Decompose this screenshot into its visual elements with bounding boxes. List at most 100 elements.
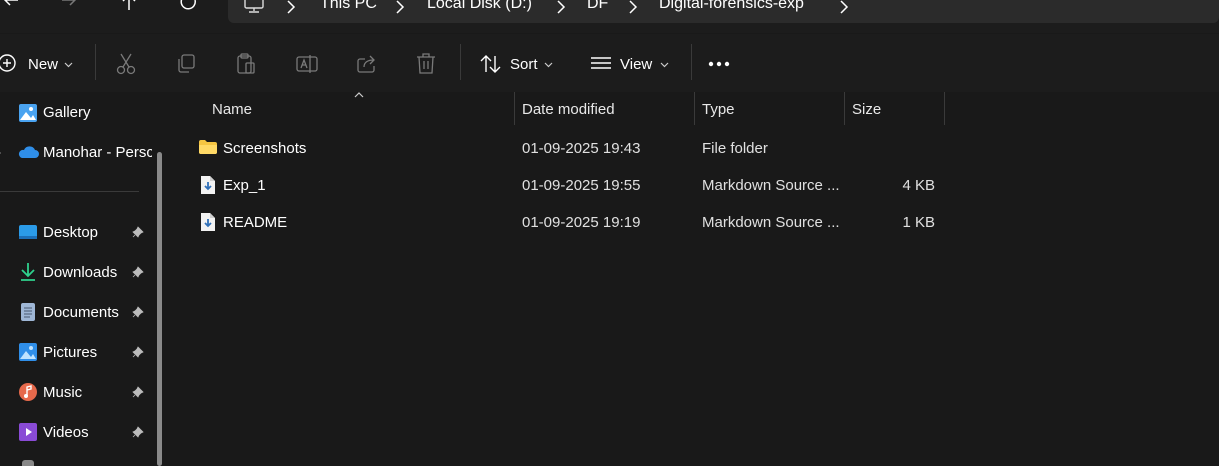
- rename-icon[interactable]: [296, 54, 318, 74]
- drive-icon[interactable]: [22, 460, 34, 466]
- table-row[interactable]: Screenshots 01-09-2025 19:43 File folder: [196, 130, 966, 166]
- up-arrow-icon[interactable]: [120, 0, 138, 12]
- music-icon: [19, 383, 37, 401]
- sidebar-item-label: Documents: [43, 304, 119, 321]
- plus-circle-icon: [0, 54, 16, 72]
- pin-icon[interactable]: [132, 306, 144, 318]
- pin-icon[interactable]: [132, 346, 144, 358]
- paste-icon[interactable]: [236, 53, 256, 75]
- file-date: 01-09-2025 19:55: [522, 177, 641, 194]
- file-type: Markdown Source ...: [702, 177, 840, 194]
- breadcrumb-this-pc[interactable]: This PC: [320, 0, 377, 13]
- chevron-down-icon: [64, 62, 73, 68]
- sort-icon: [480, 55, 501, 73]
- more-options-icon[interactable]: [708, 61, 732, 67]
- column-header-name[interactable]: Name: [212, 101, 252, 118]
- column-divider[interactable]: [944, 92, 945, 125]
- sidebar-divider: [0, 191, 139, 192]
- refresh-icon[interactable]: [180, 0, 198, 12]
- sidebar-item-gallery[interactable]: Gallery: [0, 94, 155, 130]
- sort-label: Sort: [510, 56, 538, 73]
- chevron-right-icon[interactable]: [0, 149, 2, 157]
- chevron-right-icon: [396, 0, 405, 14]
- column-divider[interactable]: [844, 92, 845, 125]
- sidebar-item-pictures[interactable]: Pictures: [0, 334, 155, 370]
- delete-icon[interactable]: [416, 53, 436, 75]
- file-date: 01-09-2025 19:43: [522, 140, 641, 157]
- sidebar-item-label: Downloads: [43, 264, 118, 281]
- column-divider[interactable]: [694, 92, 695, 125]
- pin-icon[interactable]: [132, 266, 144, 278]
- sidebar-item-label: Desktop: [43, 224, 99, 241]
- file-name: Exp_1: [223, 177, 266, 194]
- copy-icon[interactable]: [176, 54, 196, 74]
- chevron-down-icon: [544, 62, 553, 68]
- view-list-icon: [591, 57, 611, 69]
- folder-icon: [199, 140, 217, 154]
- file-name: README: [223, 214, 288, 231]
- sidebar-item-label: Music: [43, 384, 83, 401]
- share-icon[interactable]: [356, 54, 378, 74]
- cut-icon[interactable]: [116, 53, 136, 75]
- breadcrumb-local-disk[interactable]: Local Disk (D:): [427, 0, 532, 13]
- toolbar-divider: [691, 44, 692, 80]
- sidebar-item-documents[interactable]: Documents: [0, 294, 155, 330]
- sort-button[interactable]: Sort: [476, 48, 561, 80]
- file-date: 01-09-2025 19:19: [522, 214, 641, 231]
- gallery-icon: [19, 104, 37, 122]
- forward-arrow-icon[interactable]: [60, 0, 78, 10]
- downloads-icon: [21, 263, 35, 281]
- sidebar-item-desktop[interactable]: Desktop: [0, 214, 155, 250]
- markdown-file-icon: [201, 213, 215, 231]
- column-header-size[interactable]: Size: [852, 101, 881, 118]
- sidebar-scrollbar[interactable]: [157, 152, 162, 466]
- breadcrumb-df[interactable]: DF: [587, 0, 608, 13]
- desktop-icon: [19, 225, 37, 239]
- sidebar-item-videos[interactable]: Videos: [0, 414, 155, 450]
- toolbar-divider: [95, 44, 96, 80]
- chevron-down-icon: [660, 62, 669, 68]
- address-bar-area: This PC Local Disk (D:) DF Digital-foren…: [0, 0, 1219, 33]
- chevron-right-icon: [840, 0, 849, 14]
- table-row[interactable]: README 01-09-2025 19:19 Markdown Source …: [196, 204, 966, 240]
- pin-icon[interactable]: [132, 386, 144, 398]
- column-divider[interactable]: [514, 92, 515, 125]
- sidebar-item-label: Gallery: [43, 104, 91, 121]
- file-size: 4 KB: [902, 177, 935, 194]
- chevron-right-icon: [629, 0, 638, 14]
- view-label: View: [620, 56, 653, 73]
- command-bar: New Sort View: [0, 34, 1219, 93]
- chevron-right-icon: [557, 0, 566, 14]
- column-header-type[interactable]: Type: [702, 101, 735, 118]
- file-type: Markdown Source ...: [702, 214, 840, 231]
- back-arrow-icon[interactable]: [2, 0, 20, 10]
- new-label: New: [28, 56, 59, 73]
- videos-icon: [19, 423, 37, 441]
- file-name: Screenshots: [223, 140, 307, 157]
- onedrive-cloud-icon: [18, 146, 39, 158]
- new-button[interactable]: New: [0, 48, 80, 80]
- file-size: 1 KB: [902, 214, 935, 231]
- pin-icon[interactable]: [132, 426, 144, 438]
- chevron-right-icon: [287, 0, 296, 14]
- sidebar-item-music[interactable]: Music: [0, 374, 155, 410]
- pin-icon[interactable]: [132, 226, 144, 238]
- breadcrumb-digital-forensics-exp[interactable]: Digital-forensics-exp: [659, 0, 804, 13]
- file-type: File folder: [702, 140, 768, 157]
- navigation-pane: Gallery Manohar - Persc Desktop Download…: [0, 92, 172, 466]
- address-box[interactable]: This PC Local Disk (D:) DF Digital-foren…: [228, 0, 1219, 23]
- view-button[interactable]: View: [586, 48, 676, 80]
- sidebar-item-label: Manohar - Persc: [43, 144, 152, 161]
- table-row[interactable]: Exp_1 01-09-2025 19:55 Markdown Source .…: [196, 167, 966, 203]
- sidebar-item-downloads[interactable]: Downloads: [0, 254, 155, 290]
- documents-icon: [21, 303, 35, 321]
- sidebar-item-label: Videos: [43, 424, 89, 441]
- markdown-file-icon: [201, 176, 215, 194]
- column-header-date-modified[interactable]: Date modified: [522, 101, 615, 118]
- sidebar-item-label: Pictures: [43, 344, 98, 361]
- pictures-icon: [19, 343, 37, 361]
- this-pc-icon: [244, 0, 264, 13]
- sidebar-item-onedrive[interactable]: Manohar - Persc: [0, 134, 152, 170]
- file-list-pane: Name Date modified Type Size Screenshots…: [172, 92, 1219, 466]
- toolbar-divider: [460, 44, 461, 80]
